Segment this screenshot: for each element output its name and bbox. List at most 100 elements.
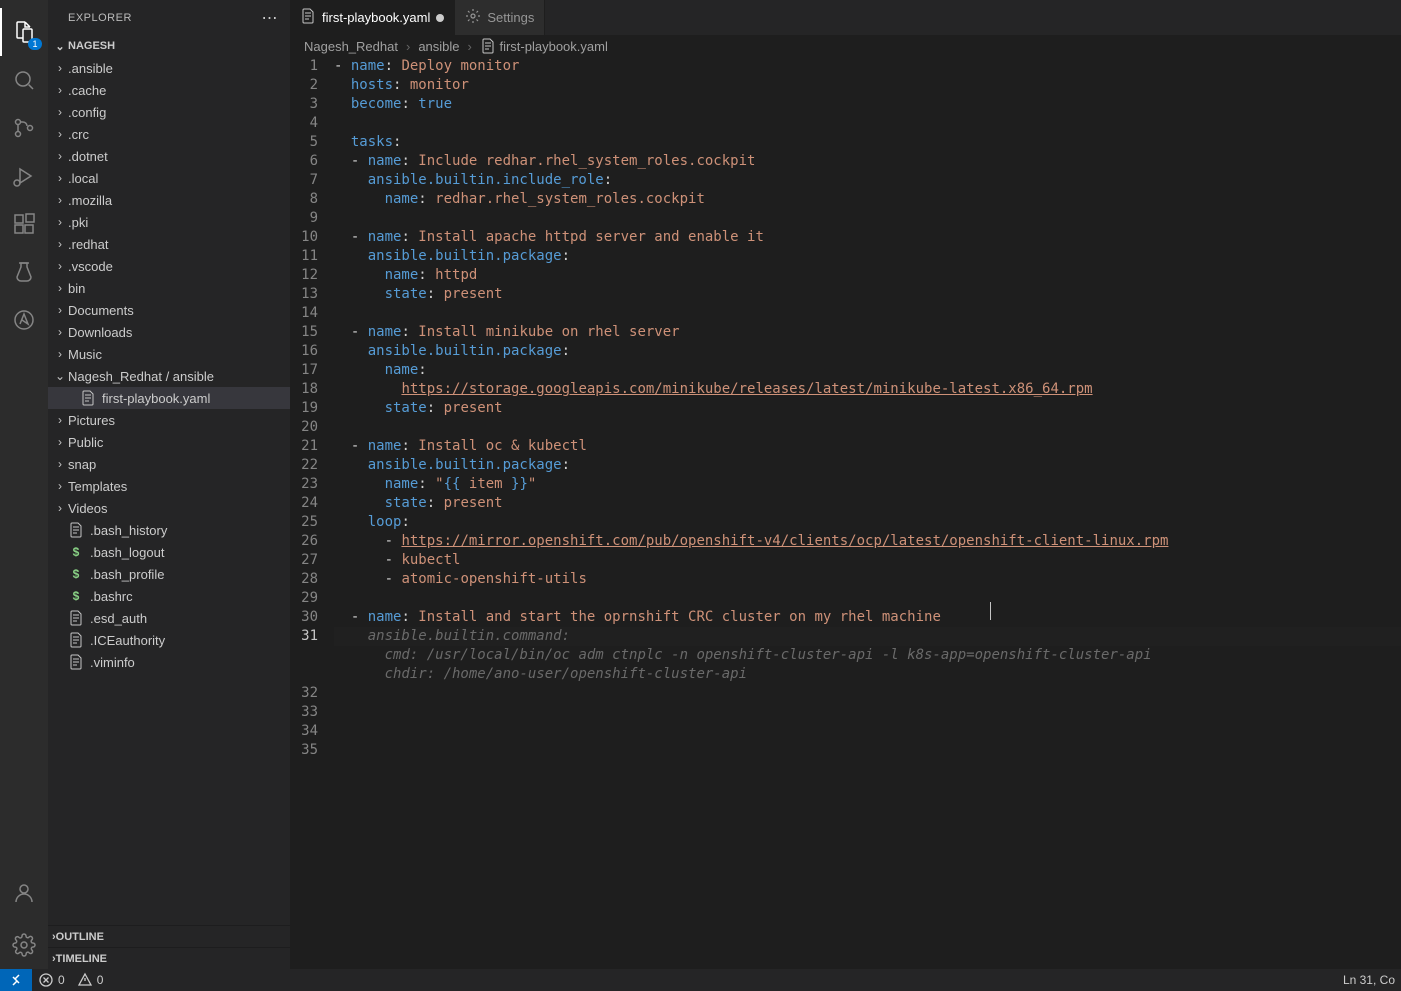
warnings-status[interactable]: 0: [71, 972, 110, 988]
chevron-right-icon: ›: [52, 303, 68, 317]
tree-item-label: .ICEauthority: [90, 633, 165, 648]
chevron-down-icon: ⌄: [52, 40, 68, 53]
tree-folder[interactable]: ›.cache: [48, 79, 290, 101]
workspace-section[interactable]: ⌄ NAGESH: [48, 35, 290, 57]
tree-item-label: snap: [68, 457, 96, 472]
chevron-down-icon: ⌄: [52, 369, 68, 383]
explorer-more-icon[interactable]: ⋯: [262, 8, 279, 28]
breadcrumbs[interactable]: Nagesh_Redhat›ansible› first-playbook.ya…: [290, 35, 1401, 57]
tree-file[interactable]: $.bash_profile: [48, 563, 290, 585]
tree-folder[interactable]: ›Templates: [48, 475, 290, 497]
tree-folder[interactable]: ›.dotnet: [48, 145, 290, 167]
file-tree[interactable]: ›.ansible›.cache›.config›.crc›.dotnet›.l…: [48, 57, 290, 925]
tree-folder[interactable]: ›.ansible: [48, 57, 290, 79]
settings-activity[interactable]: [0, 921, 48, 969]
tree-item-label: .local: [68, 171, 98, 186]
sidebar: EXPLORER ⋯ ⌄ NAGESH ›.ansible›.cache›.co…: [48, 0, 290, 969]
tree-item-label: .config: [68, 105, 106, 120]
breadcrumb-item[interactable]: ansible: [418, 39, 459, 54]
tree-folder[interactable]: ›.pki: [48, 211, 290, 233]
explorer-label: EXPLORER: [68, 12, 132, 24]
chevron-right-icon: ›: [52, 83, 68, 97]
file-icon: [68, 522, 84, 538]
file-icon: [68, 632, 84, 648]
file-icon: [68, 654, 84, 670]
tree-file[interactable]: .viminfo: [48, 651, 290, 673]
ansible-activity[interactable]: [0, 296, 48, 344]
breadcrumb-item[interactable]: Nagesh_Redhat: [304, 39, 398, 54]
tree-folder[interactable]: ›.redhat: [48, 233, 290, 255]
tree-folder[interactable]: ›.mozilla: [48, 189, 290, 211]
tree-folder[interactable]: ›Videos: [48, 497, 290, 519]
tab-icon: [465, 8, 481, 27]
chevron-right-icon: ›: [52, 413, 68, 427]
accounts-activity[interactable]: [0, 869, 48, 917]
tree-item-label: Documents: [68, 303, 134, 318]
tree-folder[interactable]: ›.crc: [48, 123, 290, 145]
tree-item-label: .bash_profile: [90, 567, 164, 582]
line-numbers: 1234567891011121314151617181920212223242…: [290, 57, 334, 969]
timeline-label: TIMELINE: [56, 953, 107, 965]
source-control-activity[interactable]: [0, 104, 48, 152]
extensions-activity[interactable]: [0, 200, 48, 248]
tree-folder[interactable]: ›bin: [48, 277, 290, 299]
tree-file[interactable]: $.bash_logout: [48, 541, 290, 563]
tree-file[interactable]: .bash_history: [48, 519, 290, 541]
tree-folder[interactable]: ›.config: [48, 101, 290, 123]
tree-folder[interactable]: ›Documents: [48, 299, 290, 321]
activity-bar: 1: [0, 0, 48, 969]
file-icon: [68, 610, 84, 626]
chevron-right-icon: ›: [52, 281, 68, 295]
tree-item-label: Videos: [68, 501, 108, 516]
tree-item-label: .bash_history: [90, 523, 167, 538]
editor-tab[interactable]: first-playbook.yaml: [290, 0, 455, 35]
tree-folder[interactable]: ›.local: [48, 167, 290, 189]
code-editor[interactable]: 1234567891011121314151617181920212223242…: [290, 57, 1401, 969]
run-debug-activity[interactable]: [0, 152, 48, 200]
file-icon: $: [68, 589, 84, 603]
secondary-cursor: [990, 602, 991, 620]
tree-item-label: .cache: [68, 83, 106, 98]
timeline-section[interactable]: › TIMELINE: [48, 947, 290, 969]
search-activity[interactable]: [0, 56, 48, 104]
editor-tab[interactable]: Settings: [455, 0, 545, 35]
tree-item-label: bin: [68, 281, 85, 296]
editor-area: first-playbook.yaml Settings Nagesh_Redha…: [290, 0, 1401, 969]
tree-item-label: .dotnet: [68, 149, 108, 164]
chevron-right-icon: ›: [52, 325, 68, 339]
tree-item-label: .mozilla: [68, 193, 112, 208]
tree-item-label: .ansible: [68, 61, 113, 76]
tree-folder[interactable]: ›.vscode: [48, 255, 290, 277]
remote-indicator[interactable]: [0, 969, 32, 991]
errors-status[interactable]: 0: [32, 972, 71, 988]
tab-label: first-playbook.yaml: [322, 10, 430, 25]
outline-section[interactable]: › OUTLINE: [48, 925, 290, 947]
tree-folder[interactable]: ›Pictures: [48, 409, 290, 431]
tree-file[interactable]: .esd_auth: [48, 607, 290, 629]
breadcrumb-item[interactable]: first-playbook.yaml: [480, 38, 608, 54]
tree-item-label: .bash_logout: [90, 545, 164, 560]
tree-item-label: .esd_auth: [90, 611, 147, 626]
file-icon: [80, 390, 96, 406]
tree-folder[interactable]: ›snap: [48, 453, 290, 475]
tree-file[interactable]: first-playbook.yaml: [48, 387, 290, 409]
code-content[interactable]: - name: Deploy monitor hosts: monitor be…: [334, 57, 1401, 969]
testing-activity[interactable]: [0, 248, 48, 296]
chevron-right-icon: ›: [52, 149, 68, 163]
chevron-right-icon: ›: [52, 171, 68, 185]
explorer-badge: 1: [28, 38, 42, 50]
outline-label: OUTLINE: [56, 931, 104, 943]
tree-item-label: .pki: [68, 215, 88, 230]
tree-file[interactable]: .ICEauthority: [48, 629, 290, 651]
chevron-right-icon: ›: [52, 105, 68, 119]
tree-file[interactable]: $.bashrc: [48, 585, 290, 607]
tree-folder[interactable]: ›Music: [48, 343, 290, 365]
cursor-position[interactable]: Ln 31, Co: [1337, 973, 1401, 987]
tree-folder[interactable]: ›Downloads: [48, 321, 290, 343]
tree-item-label: Templates: [68, 479, 127, 494]
chevron-right-icon: ›: [52, 479, 68, 493]
tree-folder[interactable]: ›Public: [48, 431, 290, 453]
breadcrumb-sep: ›: [406, 39, 410, 54]
tree-folder[interactable]: ⌄Nagesh_Redhat / ansible: [48, 365, 290, 387]
explorer-activity[interactable]: 1: [0, 8, 48, 56]
